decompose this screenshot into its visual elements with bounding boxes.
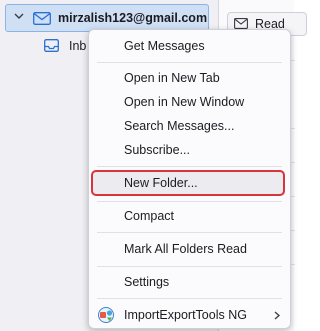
menu-item-label: ImportExportTools NG — [124, 308, 247, 322]
menu-item-compact[interactable]: Compact — [89, 204, 290, 228]
menu-item-label: Compact — [124, 209, 175, 223]
menu-item-label: Search Messages... — [124, 119, 235, 133]
folder-label-inbox: Inb — [69, 39, 87, 53]
menu-item-settings[interactable]: Settings — [89, 270, 290, 294]
menu-separator — [97, 201, 282, 202]
menu-item-new-folder[interactable]: New Folder... — [89, 171, 290, 195]
folder-context-menu: Get Messages Open in New Tab Open in New… — [88, 29, 291, 329]
importexport-addon-icon — [98, 307, 114, 323]
inbox-icon — [44, 39, 59, 52]
menu-separator — [97, 166, 282, 167]
menu-item-open-new-tab[interactable]: Open in New Tab — [89, 66, 290, 90]
menu-separator — [97, 266, 282, 267]
menu-item-label: Open in New Tab — [124, 71, 220, 85]
menu-item-mark-all-read[interactable]: Mark All Folders Read — [89, 237, 290, 261]
menu-item-importexporttools[interactable]: ImportExportTools NG — [89, 303, 290, 327]
menu-item-get-messages[interactable]: Get Messages — [89, 34, 290, 58]
menu-item-label: Open in New Window — [124, 95, 245, 109]
chevron-right-icon — [274, 311, 280, 320]
menu-item-open-new-window[interactable]: Open in New Window — [89, 90, 290, 114]
menu-item-label: New Folder... — [124, 176, 198, 190]
menu-item-label: Settings — [124, 275, 170, 289]
menu-separator — [97, 62, 282, 63]
menu-item-label: Get Messages — [124, 39, 205, 53]
envelope-read-icon — [234, 18, 248, 29]
menu-item-subscribe[interactable]: Subscribe... — [89, 138, 290, 162]
account-row[interactable]: mirzalish123@gmail.com — [5, 4, 209, 32]
menu-item-label: Subscribe... — [124, 143, 191, 157]
chevron-down-icon[interactable] — [14, 11, 24, 21]
menu-separator — [97, 298, 282, 299]
mail-account-icon — [33, 12, 51, 25]
menu-item-label: Mark All Folders Read — [124, 242, 247, 256]
account-name: mirzalish123@gmail.com — [58, 11, 208, 25]
menu-separator — [97, 232, 282, 233]
menu-item-search-messages[interactable]: Search Messages... — [89, 114, 290, 138]
